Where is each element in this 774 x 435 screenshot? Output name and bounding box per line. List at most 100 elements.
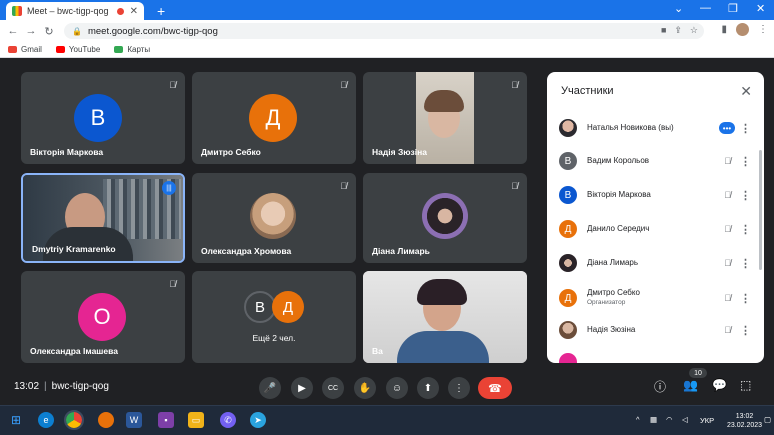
more-options-icon[interactable]: ⋮	[740, 122, 751, 135]
reactions-button[interactable]: ☺	[386, 377, 408, 399]
avatar	[559, 254, 577, 272]
wifi-icon[interactable]: ◠	[666, 415, 673, 424]
word-icon[interactable]: W	[126, 412, 142, 428]
participant-name: Діана Лимарь	[587, 258, 639, 267]
people-icon[interactable]: 👥	[683, 378, 698, 392]
close-panel-icon[interactable]: ✕	[740, 83, 752, 100]
bookmark-maps[interactable]: Карты	[114, 45, 150, 54]
present-screen-button[interactable]: ⬆	[417, 377, 439, 399]
participant-name: Надія Зюзіна	[587, 325, 636, 334]
more-options-icon[interactable]: ⋮	[740, 155, 751, 168]
meeting-details-icon[interactable]: ⓘ	[654, 378, 666, 395]
avatar: Д	[249, 94, 297, 142]
save-icon[interactable]: ▪	[158, 412, 174, 428]
participant-tile[interactable]: 🎙̸ Діана Лимарь	[363, 173, 527, 263]
participant-row[interactable]: Діана Лимарь 🎙̸ ⋮	[559, 253, 757, 273]
sidepanel-icon[interactable]: ▮	[721, 24, 727, 35]
participant-row-partial[interactable]	[559, 352, 757, 363]
raise-hand-button[interactable]: ✋	[354, 377, 376, 399]
participant-name: Dmytriy Kramarenko	[32, 244, 116, 254]
mic-off-icon: 🎙̸	[340, 181, 347, 191]
participant-tile[interactable]: 🎙̸ Надія Зюзіна	[363, 72, 527, 164]
more-options-icon[interactable]: ⋮	[740, 223, 751, 236]
bookmark-youtube[interactable]: YouTube	[55, 45, 100, 54]
participant-tile[interactable]: В 🎙̸ Вікторія Маркова	[21, 72, 185, 164]
bookmark-star-icon[interactable]: ☆	[690, 25, 698, 36]
chrome-icon[interactable]	[64, 410, 84, 430]
more-options-button[interactable]: ⋮	[448, 377, 470, 399]
browser-tab[interactable]: Meet – bwc-tigp-qog ✕	[6, 2, 144, 20]
close-tab-icon[interactable]: ✕	[130, 6, 138, 17]
participant-name: Наталья Новикова (вы)	[587, 123, 674, 132]
chrome-menu-icon[interactable]: ⋮	[758, 24, 768, 35]
input-language[interactable]: УКР	[700, 416, 714, 425]
participant-row[interactable]: В Вікторія Маркова 🎙̸ ⋮	[559, 185, 757, 205]
participant-tile[interactable]: 🎙̸ Олександра Хромова	[192, 173, 356, 263]
participant-row[interactable]: Д Дмитро Себко Организатор 🎙̸ ⋮	[559, 286, 757, 310]
participant-row[interactable]: Надія Зюзіна 🎙̸ ⋮	[559, 320, 757, 340]
telegram-icon[interactable]: ➤	[250, 412, 266, 428]
more-options-icon[interactable]: ⋮	[740, 292, 751, 305]
maps-icon	[114, 46, 124, 53]
camera-in-use-icon[interactable]: ■	[661, 25, 666, 36]
file-explorer-icon[interactable]: ▭	[188, 412, 204, 428]
mic-off-icon[interactable]: 🎙̸	[724, 156, 731, 166]
new-tab-button[interactable]: +	[157, 3, 165, 19]
windows-start-icon[interactable]: ⊞	[8, 412, 24, 428]
participant-tile[interactable]: Д 🎙̸ Дмитро Себко	[192, 72, 356, 164]
clock[interactable]: 13:02 23.02.2023	[727, 412, 762, 430]
app-icon[interactable]	[98, 412, 114, 428]
profile-avatar[interactable]	[736, 23, 749, 36]
avatar	[559, 353, 577, 363]
lock-icon: 🔒	[72, 26, 82, 36]
reload-button[interactable]: ↻	[40, 25, 58, 38]
meeting-controls-bar: 13:02 | bwc-tigp-qog 🎤 ▶ CC ✋ ☺ ⬆ ⋮ ☎ ⓘ 10…	[0, 368, 774, 405]
maximize-button[interactable]: ❐	[728, 2, 738, 15]
tab-search-icon[interactable]: ⌄	[674, 2, 683, 15]
close-window-button[interactable]: ✕	[756, 2, 765, 15]
mic-off-icon[interactable]: 🎙̸	[724, 224, 731, 234]
youtube-icon	[55, 46, 65, 53]
participant-row[interactable]: Наталья Новикова (вы) ••• ⋮	[559, 118, 757, 138]
participant-tile[interactable]: Ва	[363, 271, 527, 363]
notifications-icon[interactable]: ▢	[764, 415, 771, 424]
more-options-icon[interactable]: ⋮	[740, 257, 751, 270]
mic-off-icon[interactable]: 🎙̸	[724, 258, 731, 268]
participant-tile-speaking[interactable]: ||| Dmytriy Kramarenko	[21, 173, 185, 263]
minimize-button[interactable]: —	[700, 2, 711, 14]
address-bar[interactable]: 🔒 meet.google.com/bwc-tigp-qog ■ ⇪ ☆	[64, 23, 704, 39]
more-participants-tile[interactable]: В Д Ещё 2 чел.	[192, 271, 356, 363]
participant-name: Вікторія Маркова	[587, 190, 651, 199]
mic-off-icon: 🎙̸	[511, 80, 518, 90]
mic-off-icon[interactable]: 🎙̸	[724, 190, 731, 200]
participant-name: Данило Середич	[587, 224, 650, 233]
microphone-button[interactable]: 🎤	[259, 377, 281, 399]
avatar: Д	[559, 220, 577, 238]
participant-row[interactable]: Д Данило Середич 🎙̸ ⋮	[559, 219, 757, 239]
edge-icon[interactable]: e	[38, 412, 54, 428]
more-options-icon[interactable]: ⋮	[740, 189, 751, 202]
tray-chevron-icon[interactable]: ^	[636, 415, 640, 424]
camera-button[interactable]: ▶	[291, 377, 313, 399]
captions-button[interactable]: CC	[322, 377, 344, 399]
speaking-dots-icon: •••	[719, 122, 735, 134]
network-icon[interactable]: ▦	[650, 415, 657, 424]
mic-off-icon[interactable]: 🎙̸	[724, 325, 731, 335]
share-icon[interactable]: ⇪	[674, 25, 682, 36]
mic-off-icon[interactable]: 🎙̸	[724, 293, 731, 303]
participant-tile[interactable]: О 🎙̸ Олександра Імашева	[21, 271, 185, 363]
back-button[interactable]: ←	[4, 25, 22, 37]
recording-indicator-icon	[116, 7, 124, 15]
leave-call-button[interactable]: ☎	[478, 377, 512, 399]
forward-button[interactable]: →	[22, 25, 40, 37]
participant-row[interactable]: В Вадим Корольов 🎙̸ ⋮	[559, 151, 757, 171]
participant-name: Ва	[372, 346, 383, 356]
volume-icon[interactable]: ◁	[682, 415, 688, 424]
bookmark-gmail[interactable]: Gmail	[8, 45, 42, 54]
more-options-icon[interactable]: ⋮	[740, 324, 751, 337]
chat-icon[interactable]: 💬	[712, 378, 727, 392]
viber-icon[interactable]: ✆	[220, 412, 236, 428]
avatar: Д	[272, 291, 304, 323]
panel-scrollbar[interactable]	[759, 150, 762, 270]
activities-icon[interactable]: ⬚	[740, 378, 751, 392]
